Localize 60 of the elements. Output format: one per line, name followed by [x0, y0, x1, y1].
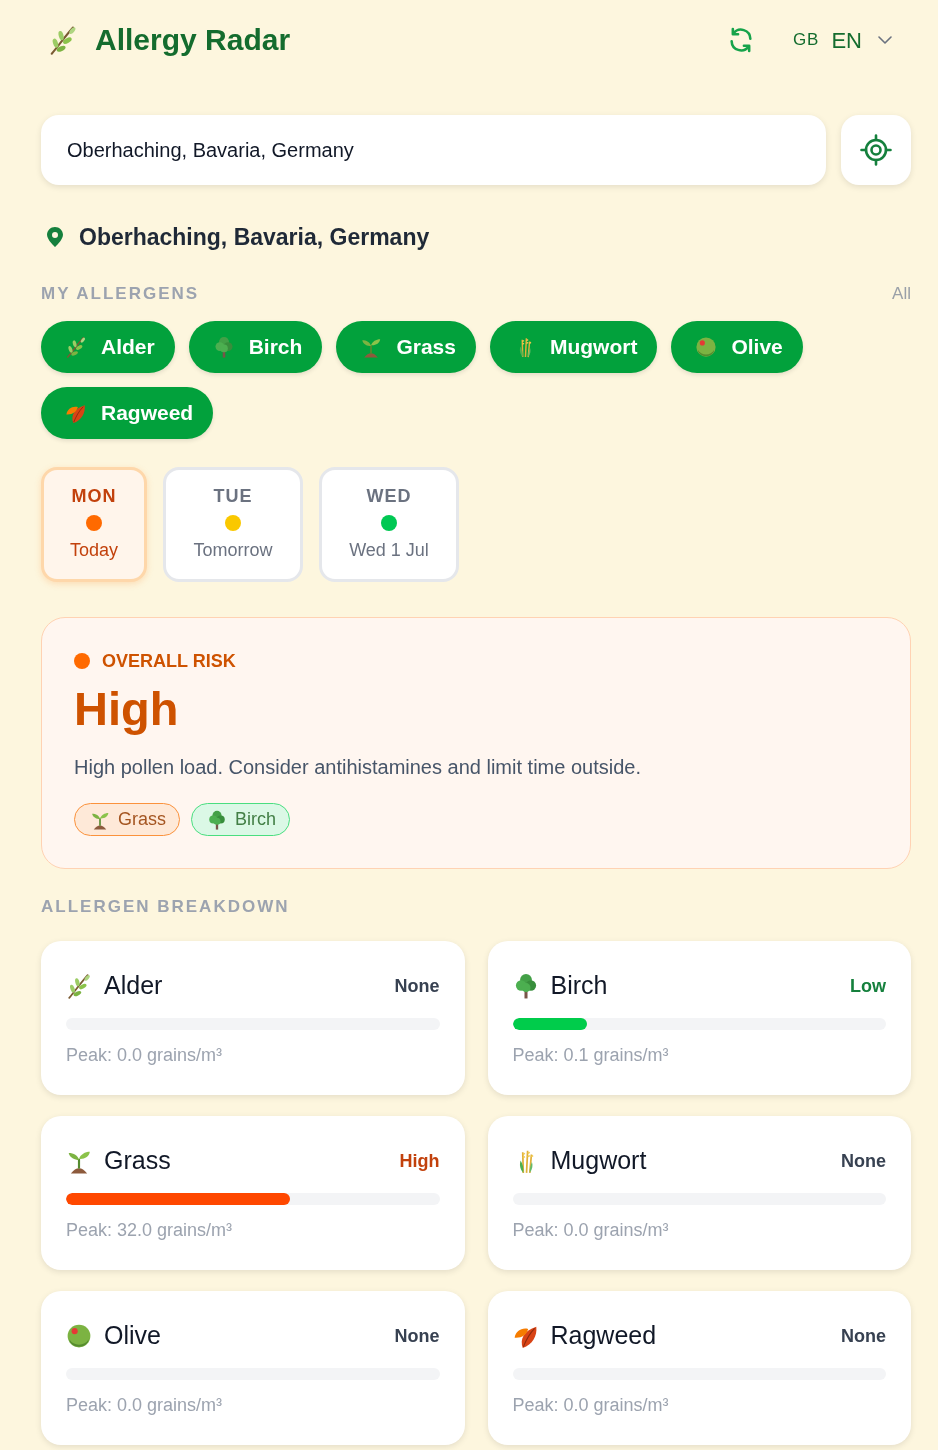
section-heading: MY ALLERGENS — [41, 284, 200, 304]
risk-rating: None — [841, 1324, 886, 1348]
olive-icon — [66, 1323, 92, 1349]
allergen-name: Grass — [104, 1145, 171, 1177]
section-heading: ALLERGEN BREAKDOWN — [41, 897, 290, 916]
day-label: MON — [71, 485, 117, 507]
herb-icon — [65, 336, 87, 358]
peak-reading: Peak: 0.1 grains/m³ — [512, 1044, 670, 1067]
chevron-down-icon — [878, 36, 892, 44]
allergen-name: Olive — [104, 1320, 161, 1352]
day-tab[interactable]: MON Today — [41, 467, 147, 582]
flag-label: GB — [792, 29, 820, 52]
tree-icon — [212, 336, 235, 358]
day-tab[interactable]: TUE Tomorrow — [163, 467, 303, 582]
day-date: Today — [69, 539, 118, 561]
risk-rating: None — [394, 974, 440, 998]
risk-rating: None — [394, 1324, 440, 1348]
day-label: TUE — [213, 485, 253, 507]
risk-rating: Low — [850, 974, 886, 998]
day-date: Tomorrow — [193, 539, 273, 561]
tree-icon — [207, 809, 227, 830]
peak-reading: Peak: 0.0 grains/m³ — [512, 1219, 670, 1242]
all-link[interactable]: All — [892, 284, 911, 304]
leaves-icon — [65, 402, 87, 424]
language-selector[interactable]: GB EN — [792, 23, 892, 57]
allergen-chip[interactable]: Alder — [41, 321, 175, 373]
risk-message: High pollen load. Consider antihistamines and limit time outside. — [74, 755, 642, 780]
search-field[interactable]: Oberhaching, Bavaria, Germany — [41, 115, 826, 185]
location-pin-icon — [47, 227, 63, 247]
day-label: WED — [366, 485, 412, 507]
herb-icon — [66, 973, 92, 999]
peak-reading: Peak: 0.0 grains/m³ — [512, 1394, 670, 1417]
risk-rating: High — [399, 1149, 440, 1173]
day-tab[interactable]: WED Wed 1 Jul — [319, 467, 459, 582]
allergen-chip[interactable]: Grass — [336, 321, 476, 373]
day-date: Wed 1 Jul — [349, 539, 429, 561]
allergen-chip[interactable]: Birch — [188, 321, 323, 373]
risk-rating: None — [841, 1149, 886, 1173]
allergen-chip[interactable]: Mugwort — [489, 321, 658, 373]
allergen-name: Mugwort — [550, 1145, 647, 1177]
risk-label: OVERALL RISK — [102, 650, 236, 672]
allergen-name: Ragweed — [550, 1320, 657, 1352]
risk-value: High — [74, 683, 180, 735]
crosshair-icon — [860, 134, 892, 166]
herb-icon — [48, 25, 78, 55]
app-title: Allergy Radar — [95, 22, 291, 58]
locate-button[interactable] — [841, 115, 911, 185]
allergen-chip[interactable]: Olive — [671, 321, 803, 373]
location-name: Oberhaching, Bavaria, Germany — [79, 222, 430, 252]
language-code: EN — [831, 26, 862, 55]
allergen-tag: Grass — [74, 803, 180, 836]
seedling-icon — [360, 336, 383, 358]
allergen-tag: Birch — [191, 803, 291, 836]
allergen-name: Birch — [550, 970, 608, 1002]
allergen-chip[interactable]: Ragweed — [41, 387, 214, 439]
peak-reading: Peak: 0.0 grains/m³ — [66, 1394, 224, 1417]
allergen-name: Alder — [104, 970, 163, 1002]
olive-icon — [695, 336, 718, 358]
peak-reading: Peak: 0.0 grains/m³ — [66, 1044, 224, 1067]
peak-reading: Peak: 32.0 grains/m³ — [66, 1219, 234, 1242]
